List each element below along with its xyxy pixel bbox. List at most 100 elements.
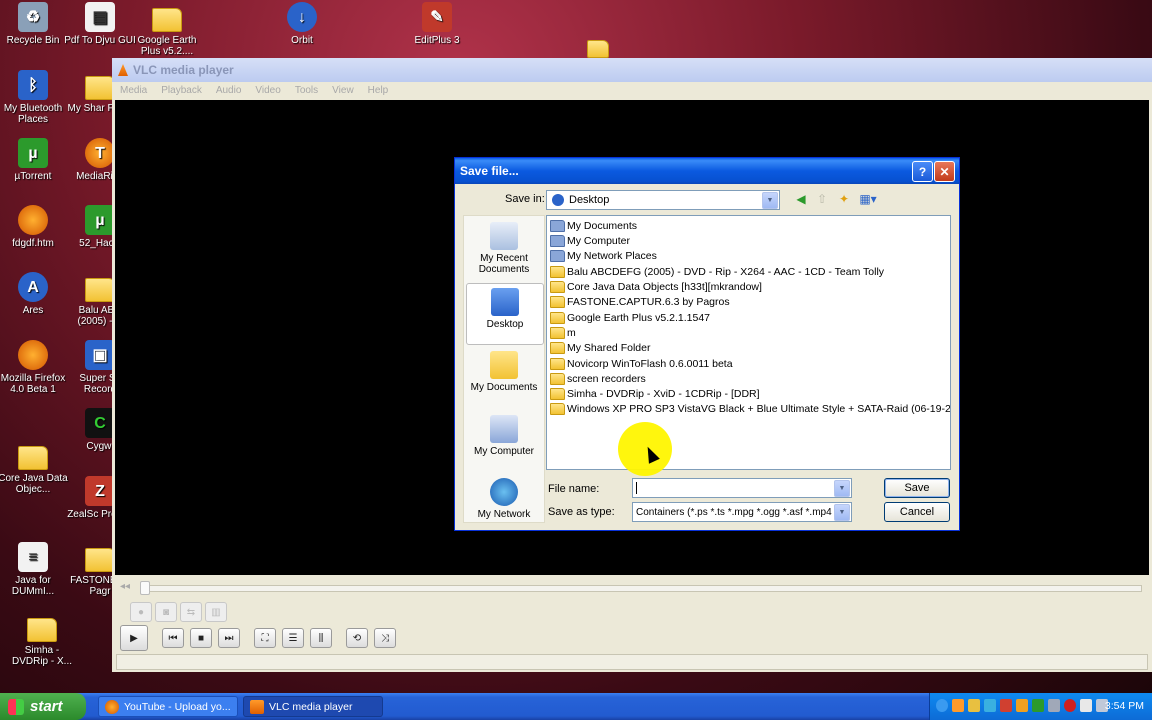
status-bar [116,654,1148,670]
desktop-icon-fdgdf[interactable]: fdgdf.htm [0,205,69,249]
menu-video[interactable]: Video [255,85,280,96]
seek-bar[interactable]: ◂◂ [118,581,1146,595]
extended-settings-button[interactable]: ⫼ [310,628,332,648]
utorrent-tray-icon[interactable] [1032,699,1044,712]
vlc-cone-icon [250,699,264,714]
save-as-type-value: Containers (*.ps *.ts *.mpg *.ogg *.asf … [636,506,850,518]
view-menu-button[interactable]: ▦▾ [857,191,879,207]
fullscreen-button[interactable]: ⛶ [254,628,276,648]
network-small-icon [550,249,565,262]
folder-icon [550,295,565,308]
shuffle-button[interactable]: ⤨ [374,628,396,648]
vlc-tray-icon[interactable] [952,699,964,712]
record-button[interactable]: ● [130,602,152,622]
list-item[interactable]: screen recorders [550,371,646,386]
help-button[interactable]: ? [912,161,933,182]
list-item[interactable]: Google Earth Plus v5.2.1.1547 [550,310,710,325]
menu-help[interactable]: Help [368,85,389,96]
dialog-title: Save file... [460,164,519,178]
tray-expand-icon[interactable] [936,699,948,712]
folder-icon [550,372,565,385]
playlist-button[interactable]: ☰ [282,628,304,648]
desktop-icon-java-for-dummies[interactable]: ≡ Java for DUMmI... [0,542,69,597]
desktop-icon-google-earth-folder[interactable]: Google Earth Plus v5.2.... [131,2,203,57]
vlc-titlebar[interactable]: VLC media player [112,58,1152,82]
menu-media[interactable]: Media [120,85,147,96]
save-in-dropdown[interactable]: Desktop ▼ [546,190,780,210]
place-my-documents[interactable]: My Documents [466,351,542,393]
file-list[interactable]: My Documents My Computer My Network Plac… [546,215,951,470]
desktop-icon-recycle-bin[interactable]: ♻ Recycle Bin [0,2,69,46]
loop-button[interactable]: ⟲ [346,628,368,648]
up-folder-icon: ⇧ [816,192,828,206]
desktop-icon-core-java-folder[interactable]: Core Java Data Objec... [0,440,69,495]
desktop-icon-ares[interactable]: A Ares [0,272,69,316]
up-folder-button[interactable]: ⇧ [813,191,831,207]
clock[interactable]: 3:54 PM [1105,700,1144,712]
desktop-icon-firefox[interactable]: Mozilla Firefox 4.0 Beta 1 [0,340,69,395]
cancel-button[interactable]: Cancel [884,502,950,522]
place-desktop[interactable]: Desktop [466,283,544,345]
list-item[interactable]: Novicorp WinToFlash 0.6.0011 beta [550,356,733,371]
stop-button[interactable]: ■ [190,628,212,648]
save-button[interactable]: Save [884,478,950,498]
list-item[interactable]: Balu ABCDEFG (2005) - DVD - Rip - X264 -… [550,264,884,279]
frame-step-button[interactable]: ▥ [205,602,227,622]
list-item[interactable]: My Shared Folder [550,340,650,355]
list-item[interactable]: My Computer [550,233,630,248]
ares-icon: A [18,272,48,302]
folder-icon [85,278,115,302]
snapshot-button[interactable]: ◙ [155,602,177,622]
folder-icon [85,548,115,572]
cygwin-icon: C [85,408,115,438]
list-item[interactable]: My Documents [550,218,637,233]
loop-ab-button[interactable]: ⇆ [180,602,202,622]
task-vlc[interactable]: VLC media player [243,696,383,717]
bluetooth-tray-icon[interactable] [1048,699,1060,712]
chevron-down-icon: ▼ [834,480,850,497]
desktop-icon-bluetooth[interactable]: ᛒ My Bluetooth Places [0,70,69,125]
close-button[interactable]: ✕ [934,161,955,182]
editplus-icon: ✎ [422,2,452,32]
list-item[interactable]: My Network Places [550,248,657,263]
start-button[interactable]: start [0,693,86,720]
warning-tray-icon[interactable] [968,699,980,712]
menu-view[interactable]: View [332,85,354,96]
task-youtube[interactable]: YouTube - Upload yo... [98,696,238,717]
seek-handle[interactable] [140,581,150,595]
playback-controls: ▶ ⏮ ■ ⏭ ⛶ ☰ ⫼ ⟲ ⤨ [120,625,396,651]
menu-audio[interactable]: Audio [216,85,242,96]
volume-tray-icon[interactable] [1080,699,1092,712]
save-as-type-dropdown[interactable]: Containers (*.ps *.ts *.mpg *.ogg *.asf … [632,502,852,522]
windows-logo-icon [8,698,24,715]
list-item[interactable]: Simha - DVDRip - XviD - 1CDRip - [DDR] [550,386,760,401]
menu-playback[interactable]: Playback [161,85,202,96]
file-name-field[interactable]: ▼ [632,478,852,498]
place-my-computer[interactable]: My Computer [466,415,542,457]
desktop-icon-pdf-to-djvu[interactable]: ▤ Pdf To Djvu GUI [64,2,136,46]
previous-button[interactable]: ⏮ [162,628,184,648]
next-button[interactable]: ⏭ [218,628,240,648]
back-button[interactable]: ◀ [792,191,810,207]
desktop-icon-utorrent[interactable]: µ µTorrent [0,138,69,182]
desktop-icon-simha-folder[interactable]: Simha - DVDRip - X... [6,612,78,667]
record-tray-icon[interactable] [1064,699,1076,712]
list-item[interactable]: Core Java Data Objects [h33t][mkrandow] [550,279,762,294]
new-folder-button[interactable]: ✦ [835,191,853,207]
start-label: start [30,698,63,715]
antivirus-tray-icon[interactable] [1000,699,1012,712]
desktop-icon-editplus[interactable]: ✎ EditPlus 3 [401,2,473,46]
place-my-recent-documents[interactable]: My Recent Documents [466,222,542,275]
seek-track[interactable] [140,585,1142,592]
dialog-titlebar[interactable]: Save file... ? ✕ [455,158,959,184]
list-item[interactable]: Windows XP PRO SP3 VistaVG Black + Blue … [550,401,950,416]
place-my-network[interactable]: My Network [466,478,542,520]
list-item[interactable]: m [550,325,576,340]
desktop-icon-orbit[interactable]: ↓ Orbit [266,2,338,46]
shield-tray-icon[interactable] [1016,699,1028,712]
folder-icon [550,280,565,293]
list-item[interactable]: FASTONE.CAPTUR.6.3 by Pagros [550,294,730,309]
network-tray-icon[interactable] [984,699,996,712]
menu-tools[interactable]: Tools [295,85,318,96]
play-button[interactable]: ▶ [120,625,148,651]
